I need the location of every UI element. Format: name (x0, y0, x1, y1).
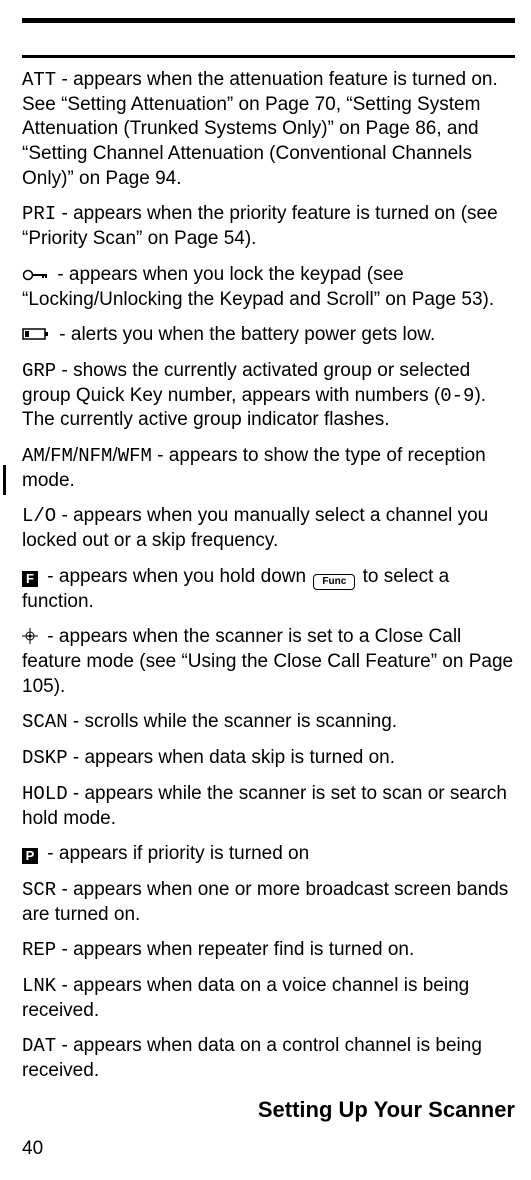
indicator-code: HOLD (22, 783, 68, 805)
mode-code: NFM (78, 445, 112, 467)
entry: LNK - appears when data on a voice chann… (22, 974, 515, 1023)
entry: L/O - appears when you manually select a… (22, 504, 515, 553)
f-icon: F (22, 571, 38, 587)
entry: SCR - appears when one or more broadcast… (22, 878, 515, 927)
indicator-code: SCAN (22, 711, 68, 733)
entry: ATT - appears when the attenuation featu… (22, 68, 515, 191)
entry-text: - appears when data skip is turned on. (68, 747, 395, 768)
entry: AM/FM/NFM/WFM - appears to show the type… (22, 444, 515, 493)
entry: DSKP - appears when data skip is turned … (22, 746, 515, 771)
entry: F - appears when you hold down Func to s… (22, 565, 515, 615)
entry-text: - appears when data on a voice channel i… (22, 975, 469, 1021)
entry-text: - appears when one or more broadcast scr… (22, 879, 508, 925)
entry-text: - appears when the scanner is set to a C… (22, 626, 513, 696)
range-text: 0-9 (440, 385, 474, 407)
entry: DAT - appears when data on a control cha… (22, 1034, 515, 1083)
indicator-code: LNK (22, 975, 56, 997)
entry: PRI - appears when the priority feature … (22, 202, 515, 251)
page-number: 40 (22, 1137, 43, 1162)
entry: SCAN - scrolls while the scanner is scan… (22, 710, 515, 735)
entry: - alerts you when the battery power gets… (22, 323, 515, 348)
thin-rule (22, 55, 515, 58)
entry-text: - scrolls while the scanner is scanning. (68, 711, 397, 732)
entry: HOLD - appears while the scanner is set … (22, 782, 515, 831)
indicator-code: L/O (22, 505, 56, 527)
mode-code: AM (22, 445, 45, 467)
entry: - appears when you lock the keypad (see … (22, 263, 515, 312)
indicator-code: DAT (22, 1035, 56, 1057)
entry-text: - appears when data on a control channel… (22, 1035, 482, 1081)
entry-text: - appears when you hold down (42, 566, 311, 587)
entry-text: - shows the currently activated group or… (22, 360, 470, 406)
indicator-code: GRP (22, 360, 56, 382)
thick-rule (22, 18, 515, 23)
entry-text: - appears when the attenuation feature i… (22, 69, 498, 189)
entry-text: - appears if priority is turned on (42, 843, 309, 864)
mode-code: FM (50, 445, 73, 467)
indicator-code: DSKP (22, 747, 68, 769)
indicator-code: SCR (22, 879, 56, 901)
key-icon (22, 269, 48, 281)
entry: REP - appears when repeater find is turn… (22, 938, 515, 963)
entry-text: - appears when you manually select a cha… (22, 505, 488, 551)
close-call-icon (22, 628, 38, 644)
func-key-icon: Func (313, 574, 355, 590)
entry-text: - appears when you lock the keypad (see … (22, 264, 494, 310)
mode-code: WFM (118, 445, 152, 467)
entry-text: - alerts you when the battery power gets… (54, 324, 435, 345)
entry: GRP - shows the currently activated grou… (22, 359, 515, 433)
battery-low-icon (22, 327, 50, 341)
p-icon: P (22, 848, 38, 864)
entry-text: - appears when repeater find is turned o… (56, 939, 414, 960)
entry: P - appears if priority is turned on (22, 842, 515, 867)
indicator-code: REP (22, 939, 56, 961)
indicator-code: PRI (22, 203, 56, 225)
entry-text: - appears when the priority feature is t… (22, 203, 498, 249)
entry-text: - appears while the scanner is set to sc… (22, 783, 507, 829)
footer-title: Setting Up Your Scanner (22, 1096, 515, 1125)
entry: - appears when the scanner is set to a C… (22, 625, 515, 699)
change-bar (3, 465, 6, 496)
indicator-code: ATT (22, 69, 56, 91)
